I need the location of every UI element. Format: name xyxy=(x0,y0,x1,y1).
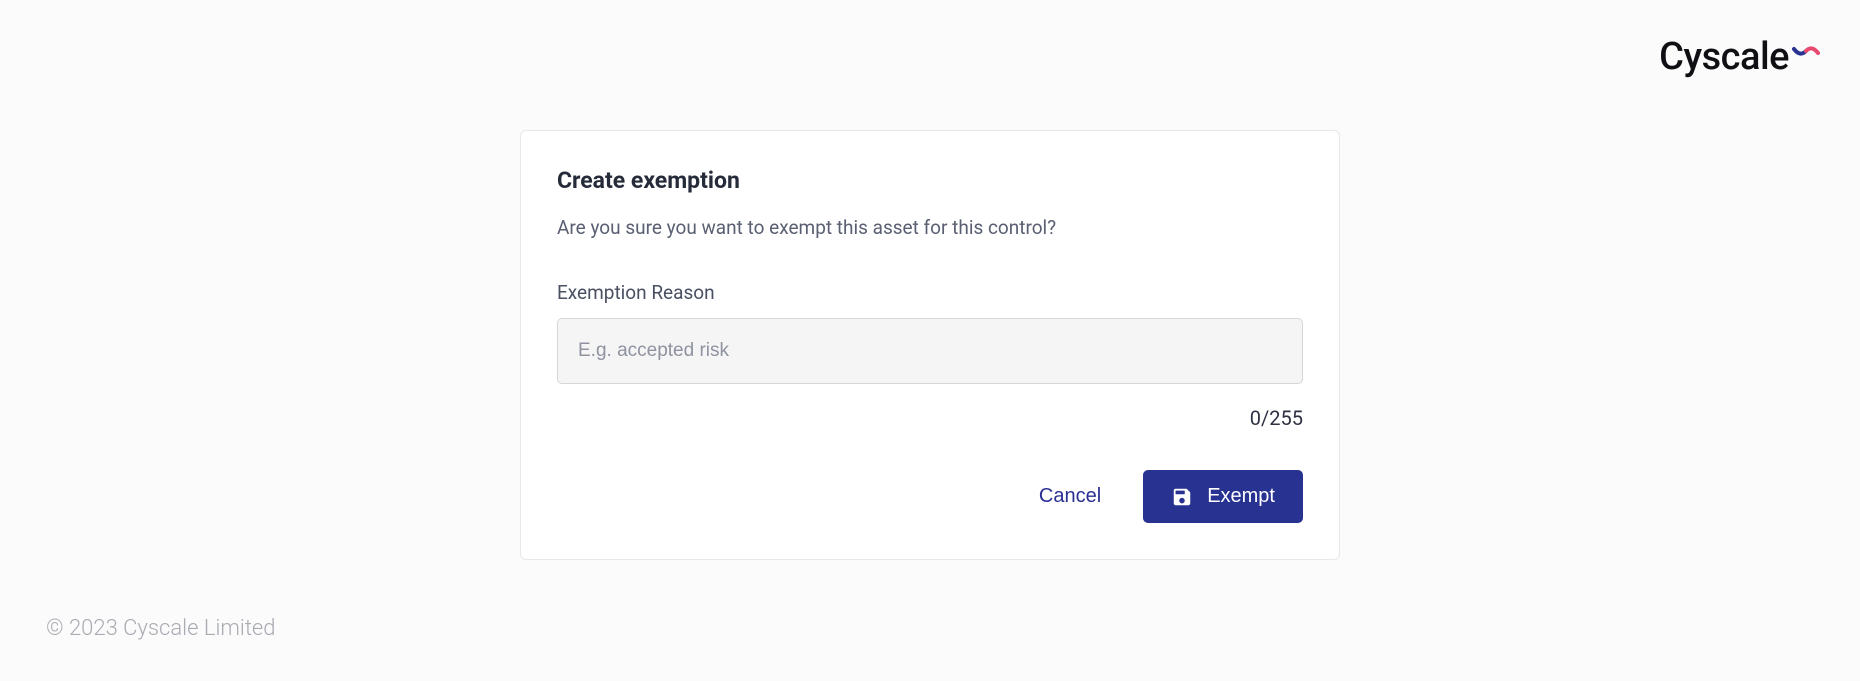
modal-actions: Cancel Exempt xyxy=(557,470,1303,523)
modal-description: Are you sure you want to exempt this ass… xyxy=(557,216,1303,239)
brand-mark-icon xyxy=(1792,45,1820,69)
exempt-button-label: Exempt xyxy=(1207,485,1275,508)
brand-logo: Cyscale xyxy=(1659,35,1820,79)
create-exemption-modal: Create exemption Are you sure you want t… xyxy=(520,130,1340,560)
character-count: 0/255 xyxy=(557,406,1303,430)
brand-name: Cyscale xyxy=(1659,35,1789,79)
save-icon xyxy=(1171,486,1193,508)
cancel-button[interactable]: Cancel xyxy=(1027,477,1113,516)
exemption-reason-input[interactable] xyxy=(557,318,1303,384)
modal-title: Create exemption xyxy=(557,167,1303,194)
exemption-reason-label: Exemption Reason xyxy=(557,281,1303,304)
footer-copyright: © 2023 Cyscale Limited xyxy=(46,616,276,641)
exempt-button[interactable]: Exempt xyxy=(1143,470,1303,523)
